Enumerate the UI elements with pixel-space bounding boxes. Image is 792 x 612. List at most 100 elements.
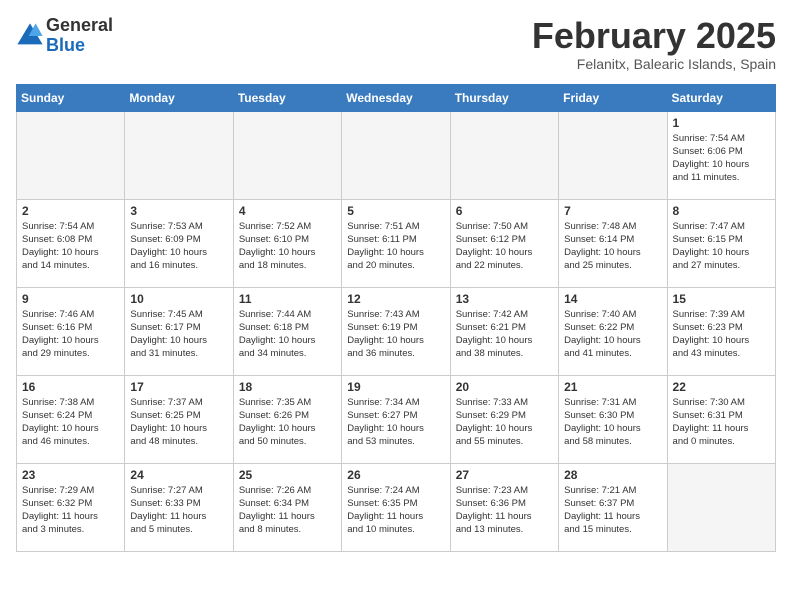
day-number: 8 (673, 204, 770, 218)
table-row: 12Sunrise: 7:43 AM Sunset: 6:19 PM Dayli… (342, 287, 450, 375)
day-info: Sunrise: 7:54 AM Sunset: 6:08 PM Dayligh… (22, 220, 119, 273)
logo-general: General (46, 15, 113, 35)
day-info: Sunrise: 7:52 AM Sunset: 6:10 PM Dayligh… (239, 220, 336, 273)
day-number: 14 (564, 292, 661, 306)
col-sunday: Sunday (17, 84, 125, 111)
day-info: Sunrise: 7:46 AM Sunset: 6:16 PM Dayligh… (22, 308, 119, 361)
day-info: Sunrise: 7:51 AM Sunset: 6:11 PM Dayligh… (347, 220, 444, 273)
day-number: 3 (130, 204, 227, 218)
day-info: Sunrise: 7:26 AM Sunset: 6:34 PM Dayligh… (239, 484, 336, 537)
day-number: 16 (22, 380, 119, 394)
table-row (450, 111, 558, 199)
table-row: 5 Sunrise: 7:51 AM Sunset: 6:11 PM Daylig… (342, 199, 450, 287)
day-info: Sunrise: 7:34 AM Sunset: 6:27 PM Dayligh… (347, 396, 444, 449)
table-row: 10 Sunrise: 7:45 AM Sunset: 6:17 PM Dayli… (125, 287, 233, 375)
calendar-row: 16 Sunrise: 7:38 AM Sunset: 6:24 PM Dayli… (17, 375, 776, 463)
col-thursday: Thursday (450, 84, 558, 111)
header-row: Sunday Monday Tuesday Wednesday Thursday… (17, 84, 776, 111)
day-info: Sunrise: 7:21 AM Sunset: 6:37 PM Dayligh… (564, 484, 661, 537)
day-info: Sunrise: 7:23 AM Sunset: 6:36 PM Dayligh… (456, 484, 553, 537)
month-title: February 2025 (532, 16, 776, 56)
col-tuesday: Tuesday (233, 84, 341, 111)
day-info: Sunrise: 7:48 AM Sunset: 6:14 PM Dayligh… (564, 220, 661, 273)
table-row: 18Sunrise: 7:35 AM Sunset: 6:26 PM Dayli… (233, 375, 341, 463)
table-row: 28 Sunrise: 7:21 AM Sunset: 6:37 PM Dayli… (559, 463, 667, 551)
table-row: 2 Sunrise: 7:54 AM Sunset: 6:08 PM Daylig… (17, 199, 125, 287)
table-row: 17 Sunrise: 7:37 AM Sunset: 6:25 PM Dayli… (125, 375, 233, 463)
table-row: 20 Sunrise: 7:33 AM Sunset: 6:29 PM Dayli… (450, 375, 558, 463)
table-row: 21Sunrise: 7:31 AM Sunset: 6:30 PM Dayli… (559, 375, 667, 463)
logo-blue: Blue (46, 35, 85, 55)
day-info: Sunrise: 7:29 AM Sunset: 6:32 PM Dayligh… (22, 484, 119, 537)
table-row: 1 Sunrise: 7:54 AM Sunset: 6:06 PM Daylig… (667, 111, 775, 199)
day-number: 9 (22, 292, 119, 306)
day-info: Sunrise: 7:24 AM Sunset: 6:35 PM Dayligh… (347, 484, 444, 537)
table-row: 19Sunrise: 7:34 AM Sunset: 6:27 PM Dayli… (342, 375, 450, 463)
table-row (342, 111, 450, 199)
day-info: Sunrise: 7:38 AM Sunset: 6:24 PM Dayligh… (22, 396, 119, 449)
table-row: 25 Sunrise: 7:26 AM Sunset: 6:34 PM Dayli… (233, 463, 341, 551)
calendar-row: 23 Sunrise: 7:29 AM Sunset: 6:32 PM Dayli… (17, 463, 776, 551)
table-row (125, 111, 233, 199)
day-number: 1 (673, 116, 770, 130)
header: General Blue February 2025 Felanitx, Bal… (16, 16, 776, 72)
col-friday: Friday (559, 84, 667, 111)
day-info: Sunrise: 7:44 AM Sunset: 6:18 PM Dayligh… (239, 308, 336, 361)
day-number: 24 (130, 468, 227, 482)
day-info: Sunrise: 7:40 AM Sunset: 6:22 PM Dayligh… (564, 308, 661, 361)
calendar-row: 1 Sunrise: 7:54 AM Sunset: 6:06 PM Daylig… (17, 111, 776, 199)
day-number: 17 (130, 380, 227, 394)
location: Felanitx, Balearic Islands, Spain (532, 56, 776, 72)
logo: General Blue (16, 16, 113, 56)
table-row: 22 Sunrise: 7:30 AM Sunset: 6:31 PM Dayli… (667, 375, 775, 463)
table-row: 14 Sunrise: 7:40 AM Sunset: 6:22 PM Dayli… (559, 287, 667, 375)
day-info: Sunrise: 7:42 AM Sunset: 6:21 PM Dayligh… (456, 308, 553, 361)
table-row (233, 111, 341, 199)
day-number: 28 (564, 468, 661, 482)
day-number: 10 (130, 292, 227, 306)
calendar-row: 9 Sunrise: 7:46 AM Sunset: 6:16 PM Daylig… (17, 287, 776, 375)
table-row: 15 Sunrise: 7:39 AM Sunset: 6:23 PM Dayli… (667, 287, 775, 375)
day-info: Sunrise: 7:47 AM Sunset: 6:15 PM Dayligh… (673, 220, 770, 273)
table-row: 27 Sunrise: 7:23 AM Sunset: 6:36 PM Dayli… (450, 463, 558, 551)
day-number: 11 (239, 292, 336, 306)
table-row (667, 463, 775, 551)
table-row: 8 Sunrise: 7:47 AM Sunset: 6:15 PM Daylig… (667, 199, 775, 287)
day-info: Sunrise: 7:31 AM Sunset: 6:30 PM Dayligh… (564, 396, 661, 449)
table-row: 23 Sunrise: 7:29 AM Sunset: 6:32 PM Dayli… (17, 463, 125, 551)
day-number: 5 (347, 204, 444, 218)
table-row: 7 Sunrise: 7:48 AM Sunset: 6:14 PM Daylig… (559, 199, 667, 287)
day-number: 13 (456, 292, 553, 306)
calendar-row: 2 Sunrise: 7:54 AM Sunset: 6:08 PM Daylig… (17, 199, 776, 287)
day-number: 20 (456, 380, 553, 394)
table-row: 11 Sunrise: 7:44 AM Sunset: 6:18 PM Dayli… (233, 287, 341, 375)
day-number: 23 (22, 468, 119, 482)
table-row: 4Sunrise: 7:52 AM Sunset: 6:10 PM Daylig… (233, 199, 341, 287)
day-info: Sunrise: 7:33 AM Sunset: 6:29 PM Dayligh… (456, 396, 553, 449)
day-info: Sunrise: 7:45 AM Sunset: 6:17 PM Dayligh… (130, 308, 227, 361)
day-number: 7 (564, 204, 661, 218)
day-number: 27 (456, 468, 553, 482)
title-block: February 2025 Felanitx, Balearic Islands… (532, 16, 776, 72)
day-info: Sunrise: 7:39 AM Sunset: 6:23 PM Dayligh… (673, 308, 770, 361)
day-number: 18 (239, 380, 336, 394)
table-row: 3Sunrise: 7:53 AM Sunset: 6:09 PM Daylig… (125, 199, 233, 287)
day-info: Sunrise: 7:30 AM Sunset: 6:31 PM Dayligh… (673, 396, 770, 449)
day-info: Sunrise: 7:50 AM Sunset: 6:12 PM Dayligh… (456, 220, 553, 273)
day-info: Sunrise: 7:37 AM Sunset: 6:25 PM Dayligh… (130, 396, 227, 449)
table-row: 13 Sunrise: 7:42 AM Sunset: 6:21 PM Dayli… (450, 287, 558, 375)
table-row (559, 111, 667, 199)
day-info: Sunrise: 7:54 AM Sunset: 6:06 PM Dayligh… (673, 132, 770, 185)
day-number: 22 (673, 380, 770, 394)
table-row: 9 Sunrise: 7:46 AM Sunset: 6:16 PM Daylig… (17, 287, 125, 375)
day-number: 25 (239, 468, 336, 482)
col-saturday: Saturday (667, 84, 775, 111)
day-number: 26 (347, 468, 444, 482)
col-wednesday: Wednesday (342, 84, 450, 111)
day-number: 15 (673, 292, 770, 306)
table-row (17, 111, 125, 199)
logo-text: General Blue (46, 16, 113, 56)
day-number: 2 (22, 204, 119, 218)
day-info: Sunrise: 7:27 AM Sunset: 6:33 PM Dayligh… (130, 484, 227, 537)
table-row: 16 Sunrise: 7:38 AM Sunset: 6:24 PM Dayli… (17, 375, 125, 463)
